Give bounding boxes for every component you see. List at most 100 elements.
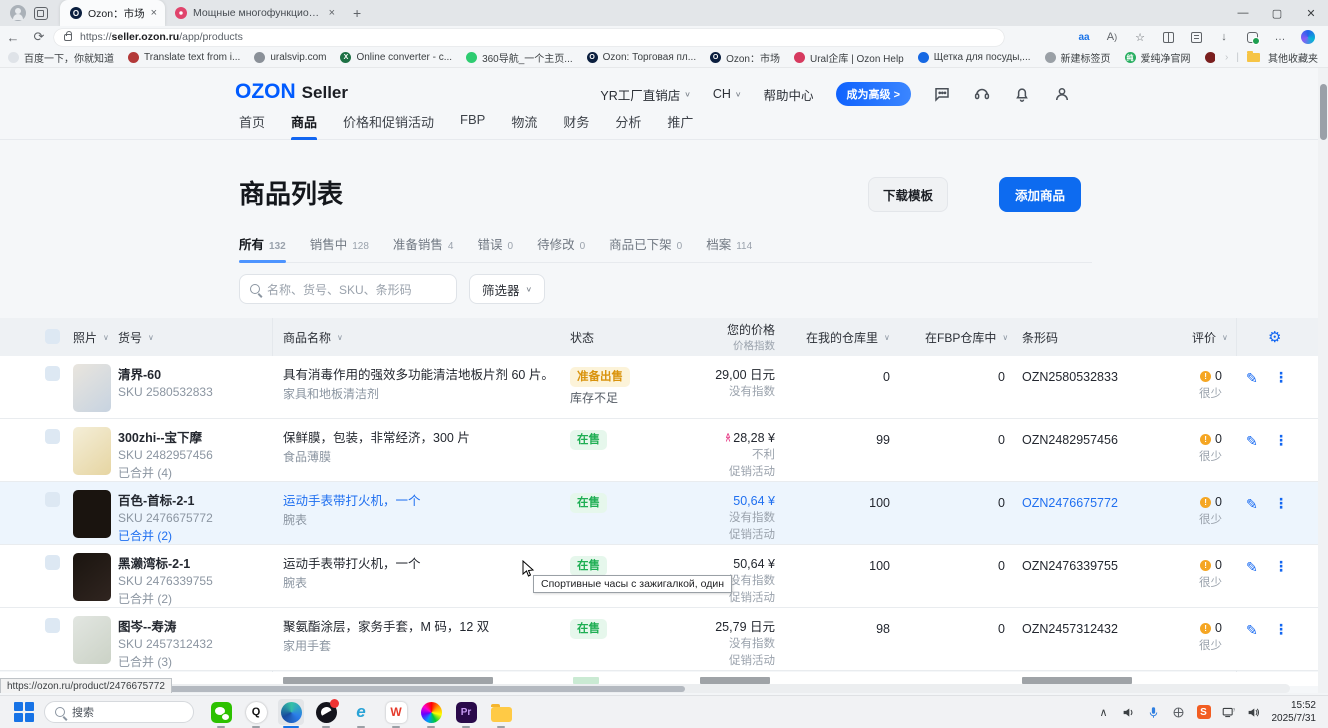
row-menu-icon[interactable]: ⋮ — [1274, 369, 1288, 386]
chat-icon[interactable] — [933, 85, 951, 103]
row-checkbox[interactable] — [45, 555, 60, 570]
store-selector[interactable]: YR工厂直销店∨ — [600, 85, 690, 104]
taskbar-clock[interactable]: 15:52 2025/7/31 — [1272, 699, 1317, 725]
bookmark-item[interactable]: O Ozon: Торговая пл... — [587, 52, 696, 63]
volume-icon[interactable] — [1247, 705, 1261, 719]
refresh-button[interactable]: ⟳ — [26, 29, 52, 45]
row-menu-icon[interactable]: ⋮ — [1274, 432, 1288, 449]
more-menu-icon[interactable]: … — [1268, 28, 1292, 46]
tab-close-icon[interactable]: × — [151, 7, 157, 19]
search-input[interactable]: 名称、货号、SKU、条形码 — [239, 274, 457, 304]
column-barcode[interactable]: 条形码 — [1022, 318, 1058, 356]
column-stock-my[interactable]: 在我的仓库里 — [806, 318, 890, 356]
help-center-link[interactable]: 帮助中心 — [764, 85, 814, 104]
product-thumbnail[interactable] — [73, 427, 111, 475]
browser-profile-icon[interactable] — [10, 5, 26, 21]
taskbar-search[interactable]: 搜索 — [44, 701, 194, 723]
remote-control-icon[interactable] — [1172, 705, 1186, 719]
row-checkbox[interactable] — [45, 366, 60, 381]
row-menu-icon[interactable]: ⋮ — [1274, 495, 1288, 512]
filters-button[interactable]: 筛选器∨ — [469, 274, 545, 304]
more-bookmarks-icon[interactable]: › — [1225, 52, 1228, 63]
column-rating[interactable]: 评价 — [1192, 318, 1228, 356]
horizontal-scrollbar[interactable] — [30, 684, 1290, 693]
nav-item[interactable]: 物流 — [511, 112, 537, 140]
nav-item[interactable]: FBP — [460, 112, 485, 140]
bookmark-item[interactable]: uralsvip.com — [254, 52, 326, 63]
nav-item[interactable]: 商品 — [291, 112, 317, 140]
merged-label[interactable]: 已合并 (2) — [118, 528, 268, 545]
obs-icon[interactable] — [313, 699, 339, 725]
support-headset-icon[interactable] — [973, 85, 991, 103]
premiere-icon[interactable]: Pr — [453, 699, 479, 725]
language-selector[interactable]: CH∨ — [713, 87, 742, 101]
browser-tab-2[interactable]: Мощные многофункциональнь × — [165, 0, 343, 26]
filter-tab[interactable]: 待修改0 — [537, 234, 585, 253]
speaker-icon[interactable] — [1122, 705, 1136, 719]
back-button[interactable]: ← — [0, 30, 26, 45]
sogou-input-icon[interactable]: S — [1197, 705, 1211, 719]
wechat-icon[interactable] — [208, 699, 234, 725]
tray-expand-icon[interactable]: ∧ — [1097, 705, 1111, 719]
filter-tab[interactable]: 所有132 — [239, 234, 286, 253]
download-template-button[interactable]: 下载模板 — [868, 177, 948, 212]
filter-tab[interactable]: 错误0 — [477, 234, 513, 253]
table-settings-gear-icon[interactable]: ⚙ — [1268, 318, 1281, 356]
tab-close-icon[interactable]: × — [329, 7, 335, 19]
edit-pencil-icon[interactable]: ✎ — [1246, 370, 1258, 387]
bookmark-item[interactable]: Щетка для посуды,... — [918, 52, 1031, 63]
qq-icon[interactable]: Q — [243, 699, 269, 725]
row-checkbox[interactable] — [45, 492, 60, 507]
start-button[interactable] — [14, 702, 34, 722]
nav-item[interactable]: 推广 — [667, 112, 693, 140]
split-screen-icon[interactable] — [1156, 28, 1180, 46]
merged-label[interactable]: 已合并 (4) — [118, 465, 268, 482]
account-icon[interactable] — [1053, 85, 1071, 103]
row-menu-icon[interactable]: ⋮ — [1274, 558, 1288, 575]
column-status[interactable]: 状态 — [570, 318, 594, 356]
bookmark-item[interactable]: 新建标签页 — [1045, 50, 1111, 65]
browser-essentials-icon[interactable] — [1240, 28, 1264, 46]
merged-label[interactable]: 已合并 (3) — [118, 654, 268, 671]
nav-item[interactable]: 首页 — [239, 112, 265, 140]
file-explorer-icon[interactable] — [488, 699, 514, 725]
column-name[interactable]: 商品名称 — [283, 318, 343, 356]
notifications-bell-icon[interactable] — [1013, 85, 1031, 103]
product-name[interactable]: 运动手表带打火机，一个 — [283, 555, 558, 574]
wps-icon[interactable]: W — [383, 699, 409, 725]
edit-pencil-icon[interactable]: ✎ — [1246, 433, 1258, 450]
column-article[interactable]: 货号 — [118, 318, 154, 356]
row-menu-icon[interactable]: ⋮ — [1274, 621, 1288, 638]
product-thumbnail[interactable] — [73, 616, 111, 664]
vertical-scrollbar[interactable] — [1318, 68, 1328, 693]
other-favorites-label[interactable]: 其他收藏夹 — [1268, 50, 1318, 65]
maximize-button[interactable]: ▢ — [1260, 0, 1294, 26]
product-thumbnail[interactable] — [73, 553, 111, 601]
bookmark-item[interactable]: Ural企库 | Ozon Help — [794, 50, 904, 65]
translate-icon[interactable]: аа — [1072, 28, 1096, 46]
nav-item[interactable]: 财务 — [563, 112, 589, 140]
close-button[interactable]: ✕ — [1294, 0, 1328, 26]
site-permissions-icon[interactable] — [64, 34, 72, 41]
bookmark-item[interactable]: 章鱼AI — [1205, 50, 1216, 65]
table-row[interactable]: 清界-60 SKU 2580532833 具有消毒作用的强效多功能清洁地板片剂 … — [0, 356, 1318, 419]
internet-explorer-icon[interactable]: e — [348, 699, 374, 725]
merged-label[interactable]: 已合并 (2) — [118, 591, 268, 608]
column-photo[interactable]: 照片 — [73, 318, 109, 356]
product-name[interactable]: 保鲜膜，包装，非常经济，300 片 — [283, 429, 558, 448]
edge-icon[interactable] — [278, 699, 304, 725]
cast-display-icon[interactable]: ? — [1222, 705, 1236, 719]
product-thumbnail[interactable] — [73, 364, 111, 412]
filter-tab[interactable]: 档案114 — [706, 234, 752, 253]
column-price[interactable]: 您的价格价格指数 — [640, 318, 775, 356]
bookmark-item[interactable]: O Ozon：市场 — [710, 50, 780, 65]
collections-icon[interactable] — [1184, 28, 1208, 46]
nav-item[interactable]: 价格和促销活动 — [343, 112, 434, 140]
product-thumbnail[interactable] — [73, 490, 111, 538]
edit-pencil-icon[interactable]: ✎ — [1246, 622, 1258, 639]
workspaces-icon[interactable] — [34, 7, 48, 20]
filter-tab[interactable]: 商品已下架0 — [609, 234, 682, 253]
table-row[interactable]: 百色-首标-2-1 SKU 2476675772 已合并 (2) 运动手表带打火… — [0, 482, 1318, 545]
add-product-button[interactable]: 添加商品 — [999, 177, 1081, 212]
table-row[interactable]: 图岑--寿涛 SKU 2457312432 已合并 (3) 聚氨酯涂层，家务手套… — [0, 608, 1318, 671]
